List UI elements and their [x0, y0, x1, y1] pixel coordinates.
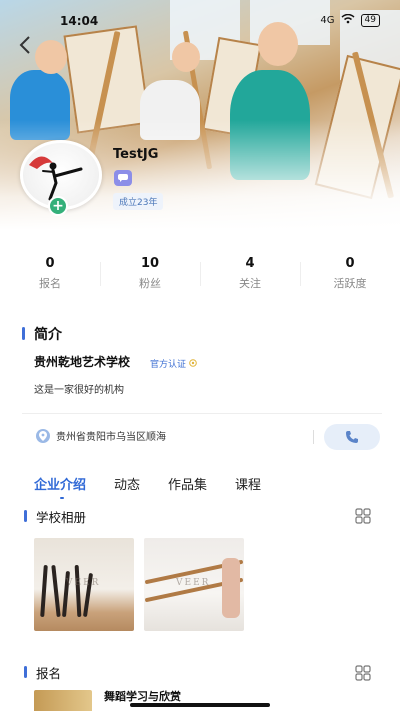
school-name: 贵州乾地艺术学校: [34, 355, 131, 369]
album-photo[interactable]: VEER: [144, 538, 244, 631]
back-button[interactable]: [14, 34, 36, 56]
stat-activity[interactable]: 0 活跃度: [300, 256, 400, 291]
verified-icon: [189, 359, 197, 367]
stat-label: 粉丝: [139, 277, 161, 290]
address-text: 贵州省贵阳市乌当区顺海: [56, 432, 166, 443]
status-bar: 14:04 4G 49: [0, 12, 400, 32]
stats-row: 0 报名 10 粉丝 4 关注 0 活跃度: [0, 256, 400, 291]
watermark: VEER: [176, 578, 211, 588]
chevron-left-icon: [19, 36, 30, 54]
phone-icon: [346, 431, 358, 443]
add-avatar-button[interactable]: +: [48, 196, 68, 216]
org-name: TestJG: [113, 147, 159, 162]
stat-signups[interactable]: 0 报名: [0, 256, 100, 291]
school-description: 这是一家很好的机构: [34, 385, 124, 396]
intro-section-title: 简介: [22, 324, 62, 344]
chat-bubble-icon: [118, 174, 128, 182]
stat-label: 报名: [39, 277, 61, 290]
tab-updates[interactable]: 动态: [114, 474, 140, 493]
album-photo[interactable]: VEER: [34, 538, 134, 631]
verified-badge: 官方认证: [150, 357, 197, 370]
tab-portfolio[interactable]: 作品集: [168, 474, 207, 493]
battery-icon: 49: [360, 14, 380, 27]
album-section-title: 学校相册: [24, 507, 86, 526]
verified-label: 官方认证: [150, 360, 187, 370]
location-pin-icon: [36, 428, 50, 443]
stat-label: 活跃度: [333, 277, 367, 290]
signup-section-title: 报名: [24, 663, 61, 682]
course-thumbnail[interactable]: [34, 690, 92, 711]
status-time: 14:04: [60, 14, 99, 28]
course-title[interactable]: 舞蹈学习与欣赏: [104, 688, 181, 704]
divider: [313, 430, 314, 444]
founded-badge: 成立23年: [113, 193, 164, 210]
divider: [22, 413, 382, 414]
stat-value: 4: [245, 256, 255, 271]
stat-value: 0: [45, 256, 55, 271]
stat-following[interactable]: 4 关注: [200, 256, 300, 291]
watermark: VEER: [66, 578, 101, 588]
wifi-icon: [341, 13, 355, 27]
grid-view-icon[interactable]: [355, 508, 371, 524]
home-indicator: [130, 703, 270, 707]
address-row[interactable]: 贵州省贵阳市乌当区顺海: [36, 428, 166, 443]
message-button[interactable]: [114, 170, 132, 186]
stat-value: 10: [140, 256, 160, 271]
tab-bar: 企业介绍 动态 作品集 课程: [34, 474, 261, 499]
grid-view-icon[interactable]: [355, 665, 371, 681]
signal-icon: 4G: [320, 15, 335, 26]
tab-company-intro[interactable]: 企业介绍: [34, 474, 86, 499]
stat-label: 关注: [239, 277, 261, 290]
tab-courses[interactable]: 课程: [235, 474, 261, 493]
call-button[interactable]: [324, 424, 380, 450]
stat-value: 0: [345, 256, 355, 271]
stat-fans[interactable]: 10 粉丝: [100, 256, 200, 291]
